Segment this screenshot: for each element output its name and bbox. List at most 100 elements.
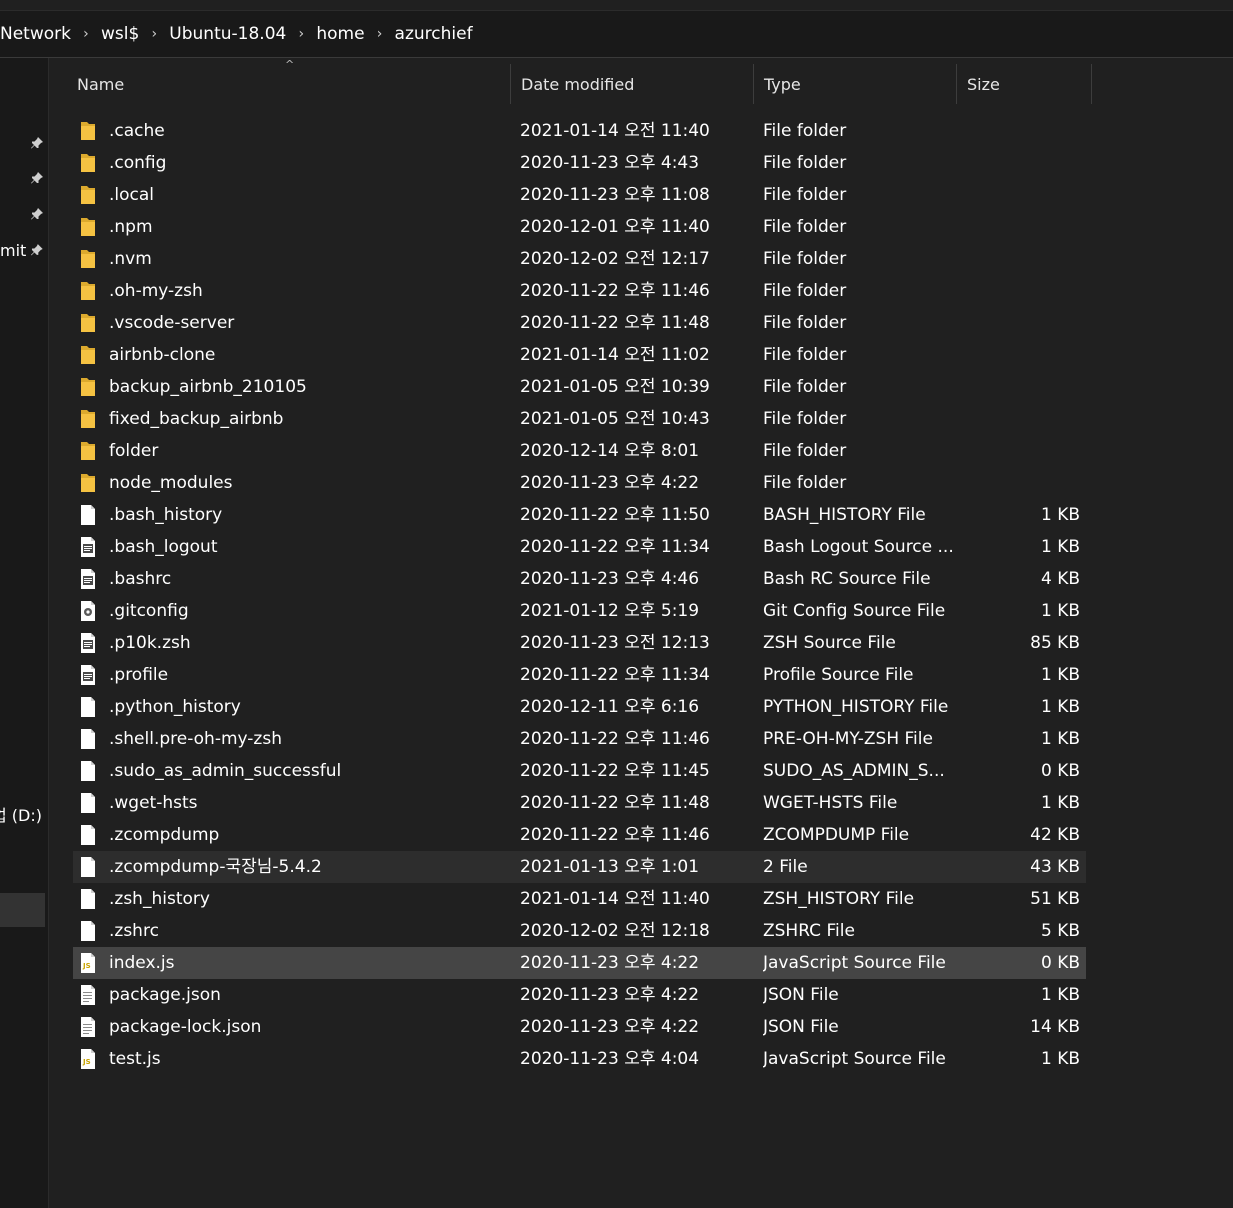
file-row[interactable]: node_modules 2020-11-23 오후 4:22 File folde…: [73, 467, 1086, 499]
file-row[interactable]: .zcompdump-국장님-5.4.2 2021-01-13 오후 1:01 2 …: [73, 851, 1086, 883]
nav-quick-access-item[interactable]: [0, 165, 48, 191]
file-row[interactable]: .zsh_history 2021-01-14 오전 11:40 ZSH_HISTO…: [73, 883, 1086, 915]
address-bar[interactable]: Network › wsl$ › Ubuntu-18.04 › home › a…: [0, 11, 1233, 58]
file-size: [973, 307, 1080, 339]
file-size: [973, 339, 1080, 371]
file-size: 5 KB: [1040, 921, 1080, 941]
file-size: 85 KB: [1030, 633, 1080, 653]
file-size: 0 KB: [1040, 953, 1080, 973]
file-type: JavaScript Source File: [763, 953, 946, 973]
pin-icon[interactable]: [30, 207, 44, 221]
file-row[interactable]: .local 2020-11-23 오후 11:08 File folder: [73, 179, 1086, 211]
chevron-right-icon[interactable]: ›: [141, 26, 167, 42]
file-size: 1 KB: [1040, 793, 1080, 813]
file-row[interactable]: fixed_backup_airbnb 2021-01-05 오전 10:43 Fi…: [73, 403, 1086, 435]
file-row[interactable]: .profile 2020-11-22 오후 11:34 Profile Sourc…: [73, 659, 1086, 691]
breadcrumb-network[interactable]: Network: [0, 24, 73, 44]
file-date-modified: 2021-01-12 오후 5:19: [520, 601, 700, 621]
javascript-file-icon: JS: [79, 947, 99, 979]
pin-icon[interactable]: [30, 243, 44, 257]
file-row[interactable]: package-lock.json 2020-11-23 오후 4:22 JSON …: [73, 1011, 1086, 1043]
file-row[interactable]: backup_airbnb_210105 2021-01-05 오전 10:39 F…: [73, 371, 1086, 403]
file-name: .bashrc: [109, 569, 172, 589]
file-date-modified: 2021-01-14 오전 11:02: [520, 345, 710, 365]
file-row[interactable]: .bash_logout 2020-11-22 오후 11:34 Bash Logo…: [73, 531, 1086, 563]
column-header-size[interactable]: Size: [957, 64, 1092, 104]
file-size: 1 KB: [1040, 729, 1080, 749]
file-list-view[interactable]: Name ^ Date modified Type Size .cache 202…: [49, 58, 1233, 1208]
file-size: [973, 211, 1080, 243]
javascript-file-icon: JS: [79, 1043, 99, 1075]
file-type: File folder: [763, 281, 847, 301]
file-row[interactable]: .bashrc 2020-11-23 오후 4:46 Bash RC Source …: [73, 563, 1086, 595]
file-icon: [79, 915, 99, 947]
file-row[interactable]: .shell.pre-oh-my-zsh 2020-11-22 오후 11:46 P…: [73, 723, 1086, 755]
column-header-type[interactable]: Type: [754, 64, 957, 104]
file-date-modified: 2020-12-14 오후 8:01: [520, 441, 700, 461]
breadcrumb-wsl[interactable]: wsl$: [99, 24, 141, 44]
file-type: JavaScript Source File: [763, 1049, 946, 1069]
file-row[interactable]: .p10k.zsh 2020-11-23 오전 12:13 ZSH Source F…: [73, 627, 1086, 659]
breadcrumb-home[interactable]: home: [314, 24, 366, 44]
file-row[interactable]: .zshrc 2020-12-02 오전 12:18 ZSHRC File 5 KB: [73, 915, 1086, 947]
file-type: SUDO_AS_ADMIN_S...: [763, 761, 945, 781]
file-row[interactable]: airbnb-clone 2021-01-14 오전 11:02 File fold…: [73, 339, 1086, 371]
file-row[interactable]: .python_history 2020-12-11 오후 6:16 PYTHON_…: [73, 691, 1086, 723]
file-name: .config: [109, 153, 167, 173]
file-name: index.js: [109, 953, 175, 973]
file-row[interactable]: JS index.js 2020-11-23 오후 4:22 JavaScript S…: [73, 947, 1086, 979]
pin-icon[interactable]: [30, 136, 44, 150]
file-row[interactable]: .vscode-server 2020-11-22 오후 11:48 File fo…: [73, 307, 1086, 339]
file-row[interactable]: package.json 2020-11-23 오후 4:22 JSON File 1…: [73, 979, 1086, 1011]
breadcrumb: Network › wsl$ › Ubuntu-18.04 › home › a…: [0, 11, 475, 57]
column-header-date[interactable]: Date modified: [511, 64, 754, 104]
nav-quick-access-item[interactable]: mit: [0, 237, 48, 263]
file-date-modified: 2020-11-23 오후 4:22: [520, 985, 700, 1005]
file-name: .sudo_as_admin_successful: [109, 761, 342, 781]
column-header-label: Type: [764, 74, 801, 94]
chevron-right-icon[interactable]: ›: [288, 26, 314, 42]
file-type: File folder: [763, 249, 847, 269]
navigation-pane[interactable]: mit 업 (D:): [0, 58, 49, 1208]
pin-icon[interactable]: [30, 171, 44, 185]
file-explorer-window: Network › wsl$ › Ubuntu-18.04 › home › a…: [0, 0, 1233, 1208]
nav-quick-access-item[interactable]: [0, 201, 48, 227]
nav-quick-access-item[interactable]: [0, 130, 48, 156]
file-name: .cache: [109, 121, 165, 141]
file-name: .bash_history: [109, 505, 223, 525]
file-row[interactable]: .wget-hsts 2020-11-22 오후 11:48 WGET-HSTS F…: [73, 787, 1086, 819]
column-header-label: Size: [967, 74, 1000, 94]
file-type: File folder: [763, 153, 847, 173]
folder-icon: [79, 307, 99, 339]
column-header-name[interactable]: Name ^: [67, 58, 511, 104]
file-size: 0 KB: [1040, 761, 1080, 781]
file-type: File folder: [763, 441, 847, 461]
file-date-modified: 2021-01-05 오전 10:39: [520, 377, 710, 397]
file-name: .zsh_history: [109, 889, 210, 909]
file-row[interactable]: .nvm 2020-12-02 오전 12:17 File folder: [73, 243, 1086, 275]
file-row[interactable]: .bash_history 2020-11-22 오후 11:50 BASH_HIS…: [73, 499, 1086, 531]
file-name: node_modules: [109, 473, 233, 493]
file-size: 1 KB: [1040, 505, 1080, 525]
file-row[interactable]: .npm 2020-12-01 오후 11:40 File folder: [73, 211, 1086, 243]
file-row[interactable]: .sudo_as_admin_successful 2020-11-22 오후 1…: [73, 755, 1086, 787]
file-name: .zshrc: [109, 921, 159, 941]
chevron-right-icon[interactable]: ›: [73, 26, 99, 42]
file-row[interactable]: folder 2020-12-14 오후 8:01 File folder: [73, 435, 1086, 467]
file-row[interactable]: JS test.js 2020-11-23 오후 4:04 JavaScript So…: [73, 1043, 1086, 1075]
file-row[interactable]: .zcompdump 2020-11-22 오후 11:46 ZCOMPDUMP F…: [73, 819, 1086, 851]
chevron-right-icon[interactable]: ›: [367, 26, 393, 42]
file-row[interactable]: .cache 2021-01-14 오전 11:40 File folder: [73, 115, 1086, 147]
file-row[interactable]: .config 2020-11-23 오후 4:43 File folder: [73, 147, 1086, 179]
file-name: folder: [109, 441, 159, 461]
file-type: File folder: [763, 313, 847, 333]
breadcrumb-azurchief[interactable]: azurchief: [393, 24, 475, 44]
file-name: airbnb-clone: [109, 345, 216, 365]
nav-selected-item[interactable]: [0, 893, 45, 927]
breadcrumb-ubuntu[interactable]: Ubuntu-18.04: [167, 24, 288, 44]
file-type: ZSH Source File: [763, 633, 896, 653]
file-row[interactable]: .oh-my-zsh 2020-11-22 오후 11:46 File folder: [73, 275, 1086, 307]
file-date-modified: 2020-11-23 오후 4:04: [520, 1049, 700, 1069]
nav-drive-d[interactable]: 업 (D:): [0, 801, 48, 827]
file-row[interactable]: .gitconfig 2021-01-12 오후 5:19 Git Config S…: [73, 595, 1086, 627]
